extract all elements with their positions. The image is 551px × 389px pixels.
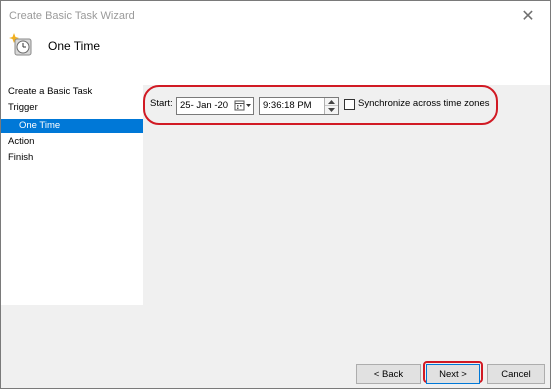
- start-date-value: 25- Jan -20: [180, 100, 229, 111]
- spin-up-button[interactable]: [325, 98, 338, 106]
- wizard-header: One Time: [1, 31, 550, 85]
- sidebar-item-trigger[interactable]: Trigger: [1, 101, 143, 115]
- chevron-down-icon: [246, 104, 251, 107]
- spin-up-icon: [328, 99, 335, 104]
- sidebar-item-label: Finish: [8, 152, 34, 163]
- spin-down-icon: [328, 108, 335, 112]
- spin-down-button[interactable]: [325, 106, 338, 114]
- sidebar-item-label: Create a Basic Task: [8, 86, 93, 97]
- wizard-content-pane: [143, 85, 550, 385]
- time-spinner[interactable]: [324, 98, 338, 114]
- start-date-picker[interactable]: 25- Jan -20: [176, 97, 254, 115]
- wizard-steps-sidebar: Create a Basic Task Trigger One Time Act…: [1, 85, 143, 305]
- sync-timezones-label[interactable]: Synchronize across time zones: [358, 98, 489, 109]
- page-title: One Time: [48, 39, 101, 53]
- calendar-dropdown-button[interactable]: [234, 99, 252, 113]
- start-time-value: 9:36:18 PM: [263, 100, 312, 111]
- calendar-icon: [234, 100, 251, 111]
- next-button[interactable]: Next >: [426, 364, 480, 384]
- sidebar-item-label: One Time: [19, 120, 61, 131]
- start-label: Start:: [150, 98, 173, 109]
- close-icon: ✕: [521, 8, 535, 25]
- wizard-window: Create Basic Task Wizard ✕ One Time Crea…: [0, 0, 551, 389]
- back-button[interactable]: < Back: [356, 364, 421, 384]
- sidebar-item-finish[interactable]: Finish: [1, 151, 143, 165]
- close-button[interactable]: ✕: [506, 1, 550, 31]
- clock-sparkle-icon: [9, 33, 32, 56]
- window-title: Create Basic Task Wizard: [9, 10, 135, 22]
- sidebar-item-create-basic-task[interactable]: Create a Basic Task: [1, 85, 143, 99]
- start-time-picker[interactable]: 9:36:18 PM: [259, 97, 339, 115]
- sidebar-item-label: Action: [8, 136, 35, 147]
- cancel-button[interactable]: Cancel: [487, 364, 545, 384]
- sidebar-item-label: Trigger: [8, 102, 38, 113]
- title-bar: Create Basic Task Wizard ✕: [1, 1, 550, 31]
- sidebar-item-one-time[interactable]: One Time: [1, 119, 143, 133]
- sidebar-item-action[interactable]: Action: [1, 135, 143, 149]
- sync-timezones-checkbox[interactable]: [344, 99, 355, 110]
